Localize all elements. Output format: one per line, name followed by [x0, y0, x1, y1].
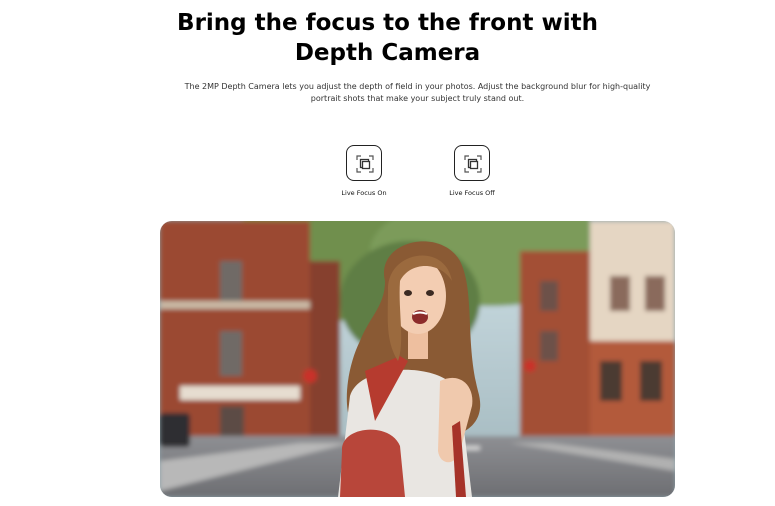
live-focus-on-button[interactable]	[346, 145, 382, 181]
portrait-photo	[160, 221, 675, 497]
section-description: The 2MP Depth Camera lets you adjust the…	[184, 82, 651, 103]
live-focus-off-toggle[interactable]: Live Focus Off	[442, 145, 502, 197]
live-focus-icon	[464, 155, 482, 173]
portrait-photo-illustration	[160, 221, 675, 497]
live-focus-off-label: Live Focus Off	[449, 189, 495, 197]
live-focus-on-label: Live Focus On	[341, 189, 387, 197]
live-focus-icon	[356, 155, 374, 173]
section-headline: Bring the focus to the front with Depth …	[177, 10, 598, 66]
live-focus-off-button[interactable]	[454, 145, 490, 181]
live-focus-on-toggle[interactable]: Live Focus On	[334, 145, 394, 197]
